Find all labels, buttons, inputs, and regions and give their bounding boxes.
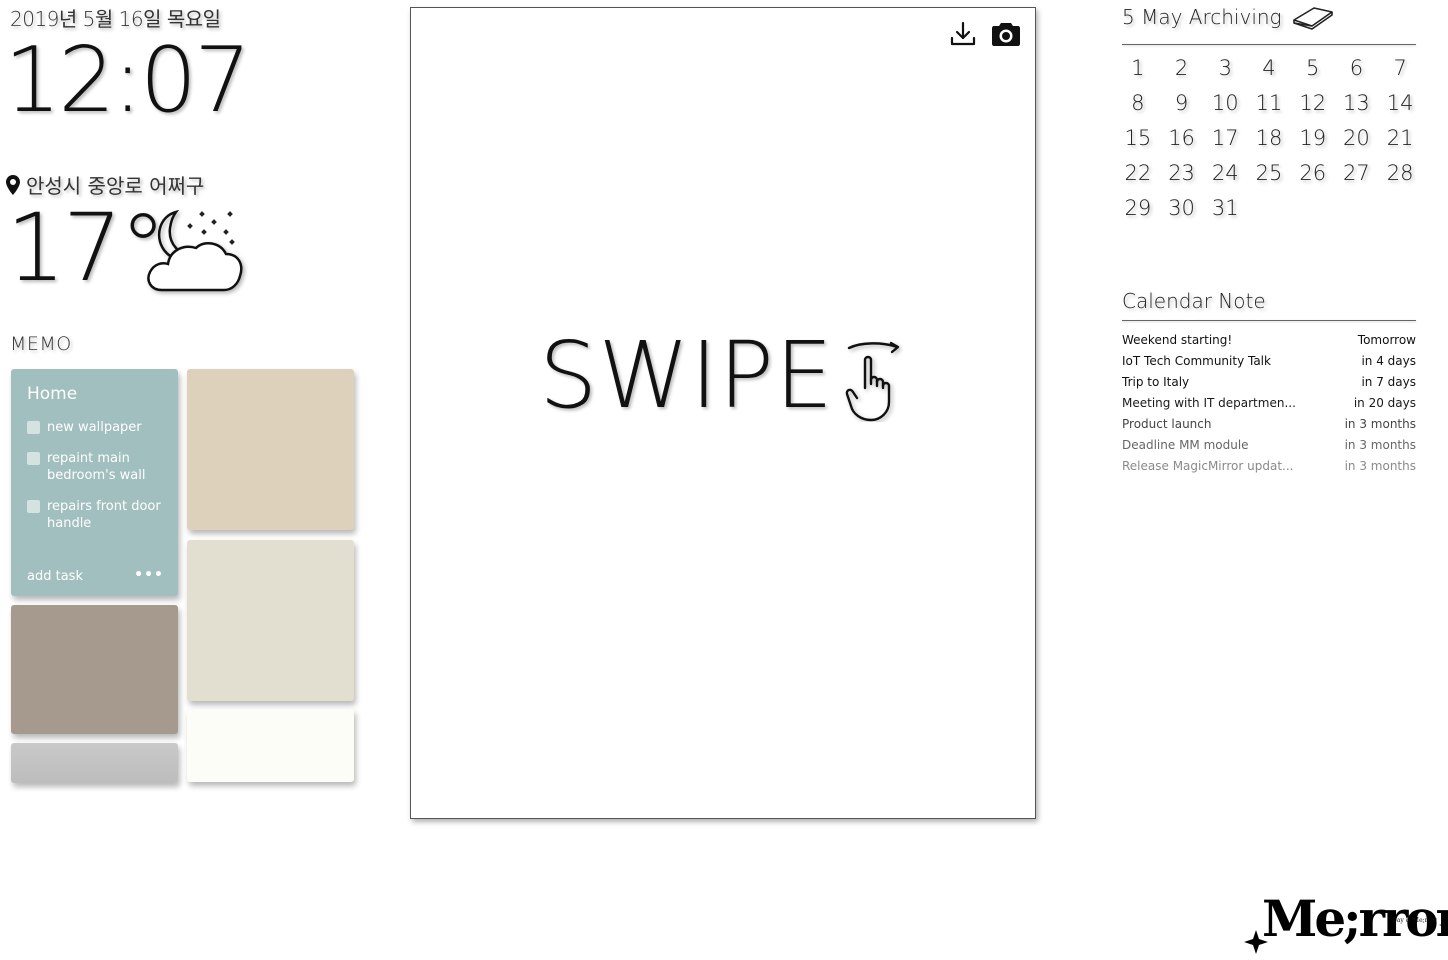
note-time: in 4 days [1361, 354, 1416, 368]
note-title: Meeting with IT departmen... [1122, 396, 1296, 410]
task-label: repairs front door handle [47, 499, 161, 531]
calendar-day[interactable]: 18 [1247, 126, 1291, 151]
calendar-day[interactable]: 14 [1378, 91, 1422, 116]
calendar-note-item[interactable]: Product launch in 3 months [1122, 416, 1416, 437]
moon-cloud-snow-icon [147, 209, 243, 292]
memo-task[interactable]: repairs front door handle [27, 498, 167, 532]
calendar-day[interactable]: 21 [1378, 126, 1422, 151]
calendar-day[interactable]: 27 [1335, 161, 1379, 186]
calendar-note-item[interactable]: IoT Tech Community Talk in 4 days [1122, 353, 1416, 374]
swipe-frame[interactable]: SWIPE [410, 7, 1036, 819]
calendar-note-item[interactable]: Weekend starting! Tomorrow [1122, 332, 1416, 353]
calendar-day[interactable]: 9 [1160, 91, 1204, 116]
note-title: IoT Tech Community Talk [1122, 354, 1271, 368]
note-title: Weekend starting! [1122, 333, 1233, 347]
notebook-icon[interactable] [1292, 4, 1334, 30]
calendar-day[interactable]: 16 [1160, 126, 1204, 151]
calendar-day[interactable]: 12 [1291, 91, 1335, 116]
note-title: Trip to Italy [1122, 375, 1190, 389]
note-time: in 7 days [1361, 375, 1416, 389]
calendar-day[interactable]: 29 [1116, 196, 1160, 221]
calendar-day[interactable]: 24 [1203, 161, 1247, 186]
calendar-day[interactable]: 11 [1247, 91, 1291, 116]
calendar-day[interactable]: 25 [1247, 161, 1291, 186]
note-time: in 20 days [1353, 396, 1416, 410]
calendar-divider [1122, 44, 1416, 45]
calendar-note-list: Weekend starting! Tomorrow IoT Tech Commun… [1122, 332, 1416, 479]
memo-card[interactable] [187, 540, 354, 701]
note-time: in 3 months [1344, 438, 1416, 452]
calendar-day[interactable]: 19 [1291, 126, 1335, 151]
calendar-note-item[interactable]: Meeting with IT departmen... in 20 days [1122, 395, 1416, 416]
note-time: Tomorrow [1357, 333, 1416, 347]
calendar-note-item[interactable]: Deadline MM module in 3 months [1122, 437, 1416, 458]
calendar-day[interactable]: 10 [1203, 91, 1247, 116]
calendar-grid: 1 2 3 4 5 6 7 8 9 10 11 12 13 14 15 16 17 18 19 20 21 22 23 24 2… [1116, 56, 1422, 221]
note-time: in 3 months [1344, 459, 1416, 473]
camera-icon[interactable] [991, 20, 1021, 48]
calendar-day[interactable]: 1 [1116, 56, 1160, 81]
swipe-label: SWIPE [539, 322, 835, 429]
task-label: new wallpaper [47, 420, 142, 435]
task-label: repaint main bedroom's wall [47, 451, 146, 483]
clock-time: 12:07 [4, 28, 251, 133]
memo-task[interactable]: repaint main bedroom's wall [27, 450, 167, 484]
task-checkbox[interactable] [27, 500, 40, 513]
calendar-note-item[interactable]: Trip to Italy in 7 days [1122, 374, 1416, 395]
swipe-hand-icon [845, 341, 900, 422]
calendar-day[interactable]: 6 [1335, 56, 1379, 81]
memo-task[interactable]: new wallpaper [27, 419, 167, 436]
note-time: in 3 months [1344, 417, 1416, 431]
memo-card[interactable] [11, 605, 178, 734]
calendar-day[interactable]: 28 [1378, 161, 1422, 186]
calendar-day[interactable]: 3 [1203, 56, 1247, 81]
calendar-day[interactable]: 2 [1160, 56, 1204, 81]
memo-card[interactable] [11, 743, 178, 783]
memo-card[interactable] [187, 369, 354, 530]
calendar-day[interactable]: 17 [1203, 126, 1247, 151]
calendar-day[interactable]: 7 [1378, 56, 1422, 81]
note-title: Release MagicMirror updat... [1122, 459, 1294, 473]
calendar-day[interactable]: 4 [1247, 56, 1291, 81]
memo-card[interactable] [187, 709, 354, 782]
calendar-day[interactable]: 23 [1160, 161, 1204, 186]
task-checkbox[interactable] [27, 421, 40, 434]
download-icon[interactable] [949, 20, 977, 48]
calendar-day[interactable]: 15 [1116, 126, 1160, 151]
calendar-day[interactable]: 26 [1291, 161, 1335, 186]
calendar-title: 5 May Archiving [1122, 4, 1334, 30]
task-checkbox[interactable] [27, 452, 40, 465]
calendar-note-divider [1122, 320, 1416, 321]
memo-card-title: Home [27, 384, 78, 404]
calendar-day[interactable]: 13 [1335, 91, 1379, 116]
more-options-icon[interactable]: ••• [134, 567, 164, 583]
calendar-note-title: Calendar Note [1122, 289, 1266, 313]
memo-title: MEMO [10, 333, 72, 355]
calendar-day[interactable]: 22 [1116, 161, 1160, 186]
logo-subtitle: Day & Me;rror [1392, 917, 1437, 924]
memo-card-home[interactable]: Home new wallpaper repaint main bedroom'… [11, 369, 178, 596]
note-title: Deadline MM module [1122, 438, 1249, 452]
calendar-day[interactable]: 8 [1116, 91, 1160, 116]
calendar-day[interactable]: 30 [1160, 196, 1204, 221]
note-title: Product launch [1122, 417, 1212, 431]
add-task-button[interactable]: add task [27, 569, 83, 584]
calendar-day[interactable]: 5 [1291, 56, 1335, 81]
calendar-day[interactable]: 20 [1335, 126, 1379, 151]
calendar-note-item[interactable]: Release MagicMirror updat... in 3 months [1122, 458, 1416, 479]
location-pin-icon [6, 174, 20, 195]
calendar-title-label: 5 May Archiving [1122, 5, 1282, 29]
calendar-day[interactable]: 31 [1203, 196, 1247, 221]
